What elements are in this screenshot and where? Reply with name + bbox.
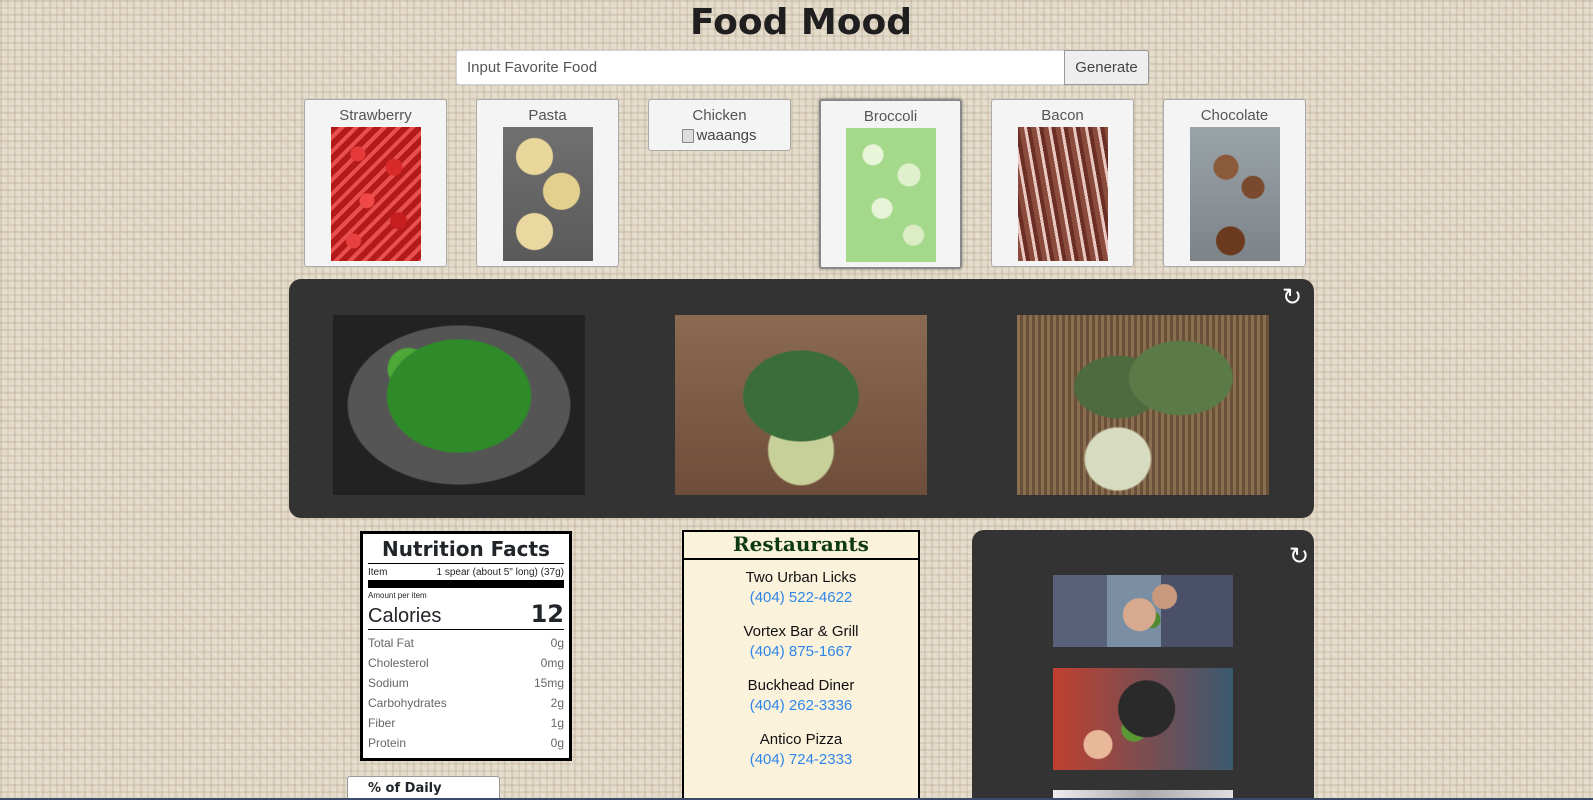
food-card-chicken[interactable]: Chicken waaangs xyxy=(648,99,791,151)
food-card-label: Bacon xyxy=(1041,107,1084,124)
broken-image-icon: waaangs xyxy=(682,127,757,144)
food-card-label: Pasta xyxy=(528,107,567,124)
restaurants-title: Restaurants xyxy=(684,532,918,560)
serving-row: Item 1 spear (about 5" long) (37g) xyxy=(368,564,564,588)
favorite-food-input[interactable] xyxy=(456,50,1065,85)
nutrient-row: Total Fat 0g xyxy=(368,633,564,653)
nutrient-label: Carbohydrates xyxy=(368,696,447,710)
daily-value-tab[interactable]: % of Daily xyxy=(347,776,500,800)
nutrient-row: Fiber 1g xyxy=(368,713,564,733)
bacon-image xyxy=(1017,127,1108,261)
food-card-chocolate[interactable]: Chocolate xyxy=(1163,99,1306,267)
food-card-bacon[interactable]: Bacon xyxy=(991,99,1134,267)
app-title: Food Mood xyxy=(690,2,912,43)
broccoli-image xyxy=(845,128,936,262)
nutrient-row: Sodium 15mg xyxy=(368,673,564,693)
gif-image xyxy=(1053,575,1233,647)
chocolate-image xyxy=(1189,127,1280,261)
restaurant-phone-link[interactable]: (404) 724-2333 xyxy=(684,750,918,770)
nutrient-label: Cholesterol xyxy=(368,656,429,670)
nutrient-label: Total Fat xyxy=(368,636,415,650)
generate-button[interactable]: Generate xyxy=(1064,50,1149,85)
restaurant-phone-link[interactable]: (404) 875-1667 xyxy=(684,642,918,662)
strawberry-image xyxy=(330,127,421,261)
gallery-photo xyxy=(1017,315,1269,495)
restaurant-name: Vortex Bar & Grill xyxy=(743,623,859,640)
pasta-image xyxy=(502,127,593,261)
nutrient-row: Cholesterol 0mg xyxy=(368,653,564,673)
amount-label: Amount per item xyxy=(368,591,427,600)
nutrient-value: 0g xyxy=(550,736,564,750)
nutrient-value: 0mg xyxy=(540,656,564,670)
nutrient-value: 1g xyxy=(550,716,564,730)
food-card-label: Broccoli xyxy=(863,108,918,125)
nutrient-value: 2g xyxy=(550,696,564,710)
nutrient-value: 0g xyxy=(550,636,564,650)
restaurant-name: Two Urban Licks xyxy=(745,569,857,586)
nutrient-label: Protein xyxy=(368,736,407,750)
restaurants-panel: Restaurants Two Urban Licks (404) 522-46… xyxy=(682,530,920,800)
restaurant-item: Buckhead Diner (404) 262-3336 xyxy=(684,676,918,716)
nutrient-row: Protein 0g xyxy=(368,733,564,753)
nutrient-row: Carbohydrates 2g xyxy=(368,693,564,713)
nutrition-title: Nutrition Facts xyxy=(368,537,564,564)
calories-label: Calories xyxy=(368,605,442,627)
gallery-photo xyxy=(675,315,927,495)
restaurant-item: Antico Pizza (404) 724-2333 xyxy=(684,730,918,770)
food-card-broccoli[interactable]: Broccoli xyxy=(819,99,962,269)
food-card-label: Strawberry xyxy=(339,107,412,124)
food-card-label: Chocolate xyxy=(1200,107,1269,124)
serving-value: 1 spear (about 5" long) (37g) xyxy=(436,567,564,578)
nutrient-label: Fiber xyxy=(368,716,396,730)
nutrient-value: 15mg xyxy=(533,676,564,690)
refresh-icon[interactable]: ↻ xyxy=(1282,285,1302,309)
restaurant-item: Vortex Bar & Grill (404) 875-1667 xyxy=(684,622,918,662)
restaurant-phone-link[interactable]: (404) 522-4622 xyxy=(684,588,918,608)
nutrient-label: Sodium xyxy=(368,676,409,690)
food-card-label: Chicken xyxy=(692,107,747,124)
refresh-icon[interactable]: ↻ xyxy=(1289,544,1309,568)
food-card-strawberry[interactable]: Strawberry xyxy=(304,99,447,267)
calories-row: Calories 12 xyxy=(368,600,564,630)
restaurant-item: Two Urban Licks (404) 522-4622 xyxy=(684,568,918,608)
nutrition-facts-label: Nutrition Facts Item 1 spear (about 5" l… xyxy=(360,531,572,761)
serving-label: Item xyxy=(368,567,388,578)
restaurant-name: Buckhead Diner xyxy=(747,677,855,694)
restaurant-name: Antico Pizza xyxy=(759,731,843,748)
calories-value: 12 xyxy=(530,600,564,628)
gif-image xyxy=(1053,668,1233,770)
food-card-pasta[interactable]: Pasta xyxy=(476,99,619,267)
gallery-photo xyxy=(333,315,585,495)
restaurant-phone-link[interactable]: (404) 262-3336 xyxy=(684,696,918,716)
